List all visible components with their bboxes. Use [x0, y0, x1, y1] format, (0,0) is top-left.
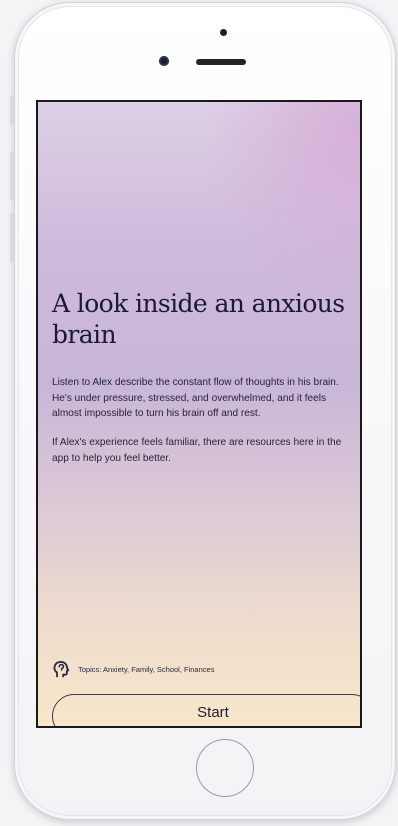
volume-down-button	[10, 213, 14, 263]
start-button[interactable]: Start	[52, 694, 360, 726]
home-button[interactable]	[196, 739, 254, 797]
resources-paragraph: If Alex's experience feels familiar, the…	[52, 437, 342, 464]
topics-label: Topics: Anxiety, Family, School, Finance…	[78, 664, 215, 674]
earpiece-speaker	[196, 59, 246, 65]
head-profile-icon	[52, 660, 70, 678]
mute-switch	[10, 95, 14, 125]
topics-row: Topics: Anxiety, Family, School, Finance…	[52, 660, 214, 678]
intro-paragraph: Listen to Alex describe the constant flo…	[52, 377, 339, 419]
front-camera	[159, 56, 169, 66]
volume-up-button	[10, 151, 14, 201]
app-screen: A look inside an anxious brain Listen to…	[36, 100, 362, 728]
page-title: A look inside an anxious brain	[52, 289, 345, 349]
proximity-sensor	[220, 29, 227, 36]
